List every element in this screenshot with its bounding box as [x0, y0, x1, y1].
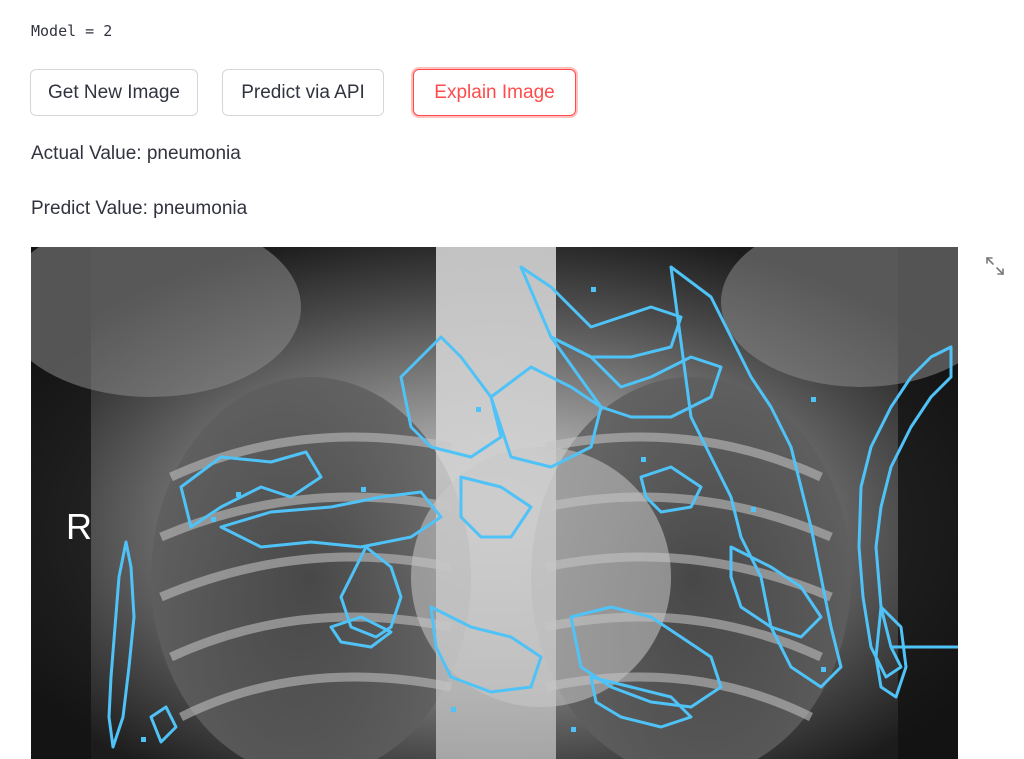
predict-value-text: Predict Value: pneumonia — [31, 198, 248, 219]
expand-arrows-icon — [986, 257, 1004, 275]
predict-via-api-button[interactable]: Predict via API — [222, 69, 384, 116]
xray-image-graphic: R — [31, 247, 958, 759]
xray-explanation-image: R — [31, 247, 958, 759]
actual-value-text: Actual Value: pneumonia — [31, 143, 241, 164]
model-label: Model = 2 — [31, 22, 113, 40]
explain-image-button[interactable]: Explain Image — [413, 69, 576, 116]
fullscreen-expand-icon[interactable] — [984, 255, 1006, 277]
xray-side-marker: R — [66, 506, 92, 547]
get-new-image-button[interactable]: Get New Image — [30, 69, 198, 116]
